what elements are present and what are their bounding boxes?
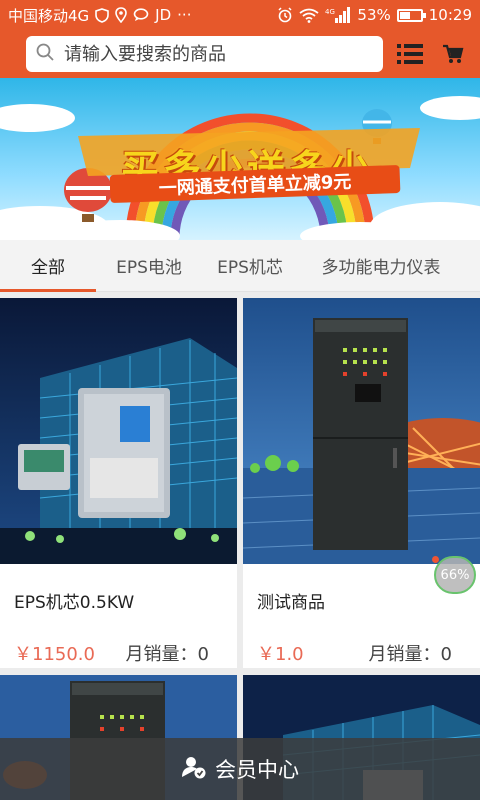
- cart-icon[interactable]: [437, 37, 470, 71]
- signal-icon: 4G: [325, 7, 351, 23]
- tab-eps-battery[interactable]: EPS电池: [96, 240, 202, 292]
- product-card[interactable]: 测试商品 ￥1.0 月销量：0: [243, 298, 480, 668]
- status-bar: 中国移动4G JD ··· 4G 53% 10:29: [0, 0, 480, 30]
- category-tabs: 全部 EPS电池 EPS机芯 多功能电力仪表: [0, 240, 480, 292]
- product-image[interactable]: [0, 298, 237, 564]
- top-header: [0, 30, 480, 78]
- location-icon: [115, 7, 127, 23]
- svg-text:4G: 4G: [325, 8, 335, 16]
- shield-icon: [95, 7, 109, 23]
- tab-eps-core[interactable]: EPS机芯: [202, 240, 298, 292]
- more-notifications: ···: [177, 6, 192, 24]
- alarm-icon: [277, 7, 293, 23]
- wifi-icon: [299, 8, 319, 23]
- member-center-bar[interactable]: 会员中心: [0, 738, 480, 800]
- chat-icon: [133, 8, 149, 22]
- product-image[interactable]: [243, 298, 480, 564]
- menu-list-icon[interactable]: [393, 37, 426, 71]
- carrier-text: 中国移动4G: [8, 6, 90, 25]
- tab-all[interactable]: 全部: [0, 240, 96, 292]
- search-icon: [36, 43, 54, 65]
- jd-label: JD: [155, 6, 172, 24]
- member-icon: [181, 755, 207, 784]
- product-sales: 月销量：0: [368, 644, 452, 665]
- product-price: ￥1.0: [257, 644, 304, 665]
- promo-banner[interactable]: 买多少送多少 一网通支付首单立减9元: [0, 78, 480, 240]
- battery-icon: [396, 8, 426, 22]
- product-name[interactable]: 测试商品: [257, 588, 325, 613]
- product-name[interactable]: EPS机芯0.5KW: [14, 588, 134, 613]
- progress-badge[interactable]: 66%: [434, 556, 476, 594]
- battery-percent: 53%: [357, 6, 391, 24]
- search-box[interactable]: [26, 36, 384, 72]
- product-price: ￥1150.0: [14, 644, 95, 665]
- product-card[interactable]: EPS机芯0.5KW ￥1150.0 月销量：0: [0, 298, 237, 668]
- clock: 10:29: [428, 6, 472, 24]
- product-sales: 月销量：0: [125, 644, 209, 665]
- search-input[interactable]: [64, 43, 374, 65]
- tab-power-meter[interactable]: 多功能电力仪表: [298, 240, 464, 292]
- member-center-label: 会员中心: [215, 758, 299, 782]
